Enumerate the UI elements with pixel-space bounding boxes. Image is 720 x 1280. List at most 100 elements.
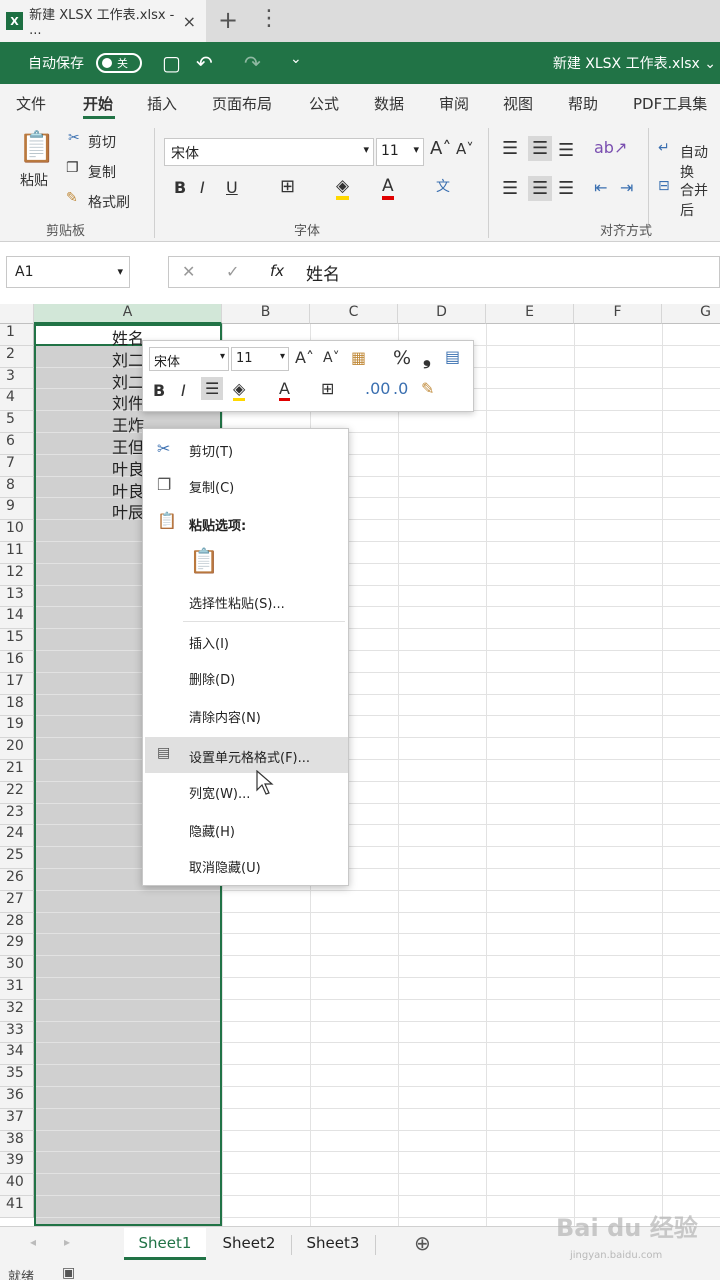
tab-view[interactable]: 视图: [503, 93, 533, 114]
grow-font-icon[interactable]: A˄: [430, 138, 451, 159]
column-header-b[interactable]: B: [222, 304, 310, 324]
autosave-toggle[interactable]: 关: [96, 53, 142, 73]
scissors-icon[interactable]: ✂: [68, 130, 80, 146]
mini-font-select[interactable]: 宋体 ▾: [149, 347, 229, 371]
merge-button[interactable]: 合并后: [680, 180, 720, 220]
menu-item-clear-contents[interactable]: 清除内容(N): [189, 707, 261, 726]
increase-indent-icon[interactable]: ⇥: [620, 178, 633, 197]
row-header[interactable]: 27: [0, 890, 34, 913]
font-name-select[interactable]: 宋体 ▾: [164, 138, 374, 166]
row-header[interactable]: 20: [0, 738, 34, 760]
mini-align-center-icon[interactable]: ☰: [201, 377, 224, 400]
mini-fill-color-icon[interactable]: ◈: [233, 379, 246, 401]
orientation-icon[interactable]: ab↗: [594, 138, 627, 157]
tab-formulas[interactable]: 公式: [309, 93, 339, 114]
row-header[interactable]: 25: [0, 847, 34, 869]
tab-help[interactable]: 帮助: [568, 93, 598, 114]
row-header[interactable]: 2: [0, 345, 34, 368]
row-header[interactable]: 23: [0, 803, 34, 826]
row-header[interactable]: 9: [0, 498, 34, 521]
menu-item-unhide[interactable]: 取消隐藏(U): [189, 857, 261, 876]
paste-icon[interactable]: 📋: [18, 130, 55, 165]
row-header[interactable]: 34: [0, 1043, 34, 1066]
row-header[interactable]: 39: [0, 1152, 34, 1175]
borders-icon[interactable]: ⊞: [280, 176, 295, 197]
row-header[interactable]: 37: [0, 1108, 34, 1131]
format-painter-button[interactable]: 格式刷: [88, 192, 130, 212]
close-icon[interactable]: ×: [183, 12, 196, 31]
column-header-e[interactable]: E: [486, 304, 574, 324]
new-tab-button[interactable]: +: [218, 6, 238, 34]
row-header[interactable]: 30: [0, 956, 34, 978]
row-header[interactable]: 4: [0, 389, 34, 412]
row-header[interactable]: 26: [0, 869, 34, 891]
wrap-text-icon[interactable]: ↵: [658, 140, 670, 156]
browser-tab[interactable]: X 新建 XLSX 工作表.xlsx - ... ×: [0, 0, 206, 42]
column-header-g[interactable]: G: [662, 304, 720, 324]
row-header[interactable]: 38: [0, 1130, 34, 1153]
percent-icon[interactable]: %: [393, 347, 411, 369]
row-header[interactable]: 41: [0, 1196, 34, 1218]
mini-bold-button[interactable]: B: [153, 381, 165, 400]
scroll-right-icon[interactable]: ▸: [64, 1235, 70, 1249]
tab-insert[interactable]: 插入: [147, 93, 177, 114]
row-header[interactable]: 14: [0, 607, 34, 630]
column-header-a[interactable]: A: [34, 304, 222, 324]
mini-borders-icon[interactable]: ⊞: [321, 379, 334, 398]
increase-decimal-icon[interactable]: .0: [393, 379, 408, 398]
row-header[interactable]: 8: [0, 476, 34, 499]
menu-item-format-cells[interactable]: 设置单元格格式(F)...: [189, 747, 310, 766]
row-header[interactable]: 12: [0, 563, 34, 586]
decrease-indent-icon[interactable]: ⇤: [594, 178, 607, 197]
save-icon[interactable]: ▢: [162, 51, 181, 75]
document-title[interactable]: 新建 XLSX 工作表.xlsx ⌄: [553, 53, 716, 73]
scroll-left-icon[interactable]: ◂: [30, 1235, 36, 1249]
decrease-decimal-icon[interactable]: .00: [365, 379, 390, 398]
tab-review[interactable]: 审阅: [439, 93, 469, 114]
row-header[interactable]: 1: [0, 324, 34, 346]
align-center-icon[interactable]: ☰: [528, 176, 553, 201]
sheet-tab-2[interactable]: Sheet2: [208, 1228, 290, 1260]
row-header[interactable]: 24: [0, 825, 34, 848]
row-header[interactable]: 10: [0, 520, 34, 542]
font-size-select[interactable]: 11 ▾: [376, 138, 424, 166]
grow-font-icon[interactable]: A˄: [295, 348, 314, 367]
comma-style-icon[interactable]: ❟: [423, 345, 431, 369]
menu-item-hide[interactable]: 隐藏(H): [189, 821, 235, 840]
format-painter-icon[interactable]: ✎: [421, 379, 434, 398]
tab-file[interactable]: 文件: [16, 93, 46, 114]
shrink-font-icon[interactable]: A˅: [456, 140, 474, 158]
menu-item-paste-special[interactable]: 选择性粘贴(S)...: [189, 593, 285, 612]
formula-input[interactable]: [168, 256, 720, 288]
accessibility-icon[interactable]: ▣: [62, 1265, 75, 1280]
align-left-icon[interactable]: ☰: [502, 178, 518, 199]
tab-page-layout[interactable]: 页面布局: [212, 93, 272, 114]
font-color-icon[interactable]: A: [382, 176, 394, 200]
row-header[interactable]: 32: [0, 999, 34, 1022]
menu-item-copy[interactable]: 复制(C): [189, 477, 234, 496]
column-header-c[interactable]: C: [310, 304, 398, 324]
mini-font-color-icon[interactable]: A: [279, 379, 290, 401]
paste-button[interactable]: 粘贴: [20, 170, 48, 190]
sheet-tab-1[interactable]: Sheet1: [124, 1228, 206, 1260]
row-header[interactable]: 13: [0, 585, 34, 608]
column-header-f[interactable]: F: [574, 304, 662, 324]
menu-item-insert[interactable]: 插入(I): [189, 633, 229, 652]
row-header[interactable]: 31: [0, 978, 34, 1000]
name-box[interactable]: A1 ▾: [6, 256, 130, 288]
row-header[interactable]: 3: [0, 367, 34, 390]
cancel-icon[interactable]: ✕: [182, 262, 195, 281]
italic-button[interactable]: I: [200, 178, 205, 197]
number-format-icon[interactable]: ▦: [351, 348, 366, 367]
tab-data[interactable]: 数据: [374, 93, 404, 114]
customize-toolbar-icon[interactable]: ⌄: [290, 51, 302, 67]
align-right-icon[interactable]: ☰: [558, 178, 574, 199]
align-bottom-icon[interactable]: ☰: [558, 140, 574, 161]
row-header[interactable]: 16: [0, 651, 34, 673]
copy-icon[interactable]: ❐: [66, 160, 79, 176]
fill-color-icon[interactable]: ◈: [336, 176, 350, 200]
row-header[interactable]: 11: [0, 542, 34, 564]
row-header[interactable]: 29: [0, 934, 34, 957]
row-header[interactable]: 28: [0, 912, 34, 935]
row-header[interactable]: 33: [0, 1021, 34, 1044]
